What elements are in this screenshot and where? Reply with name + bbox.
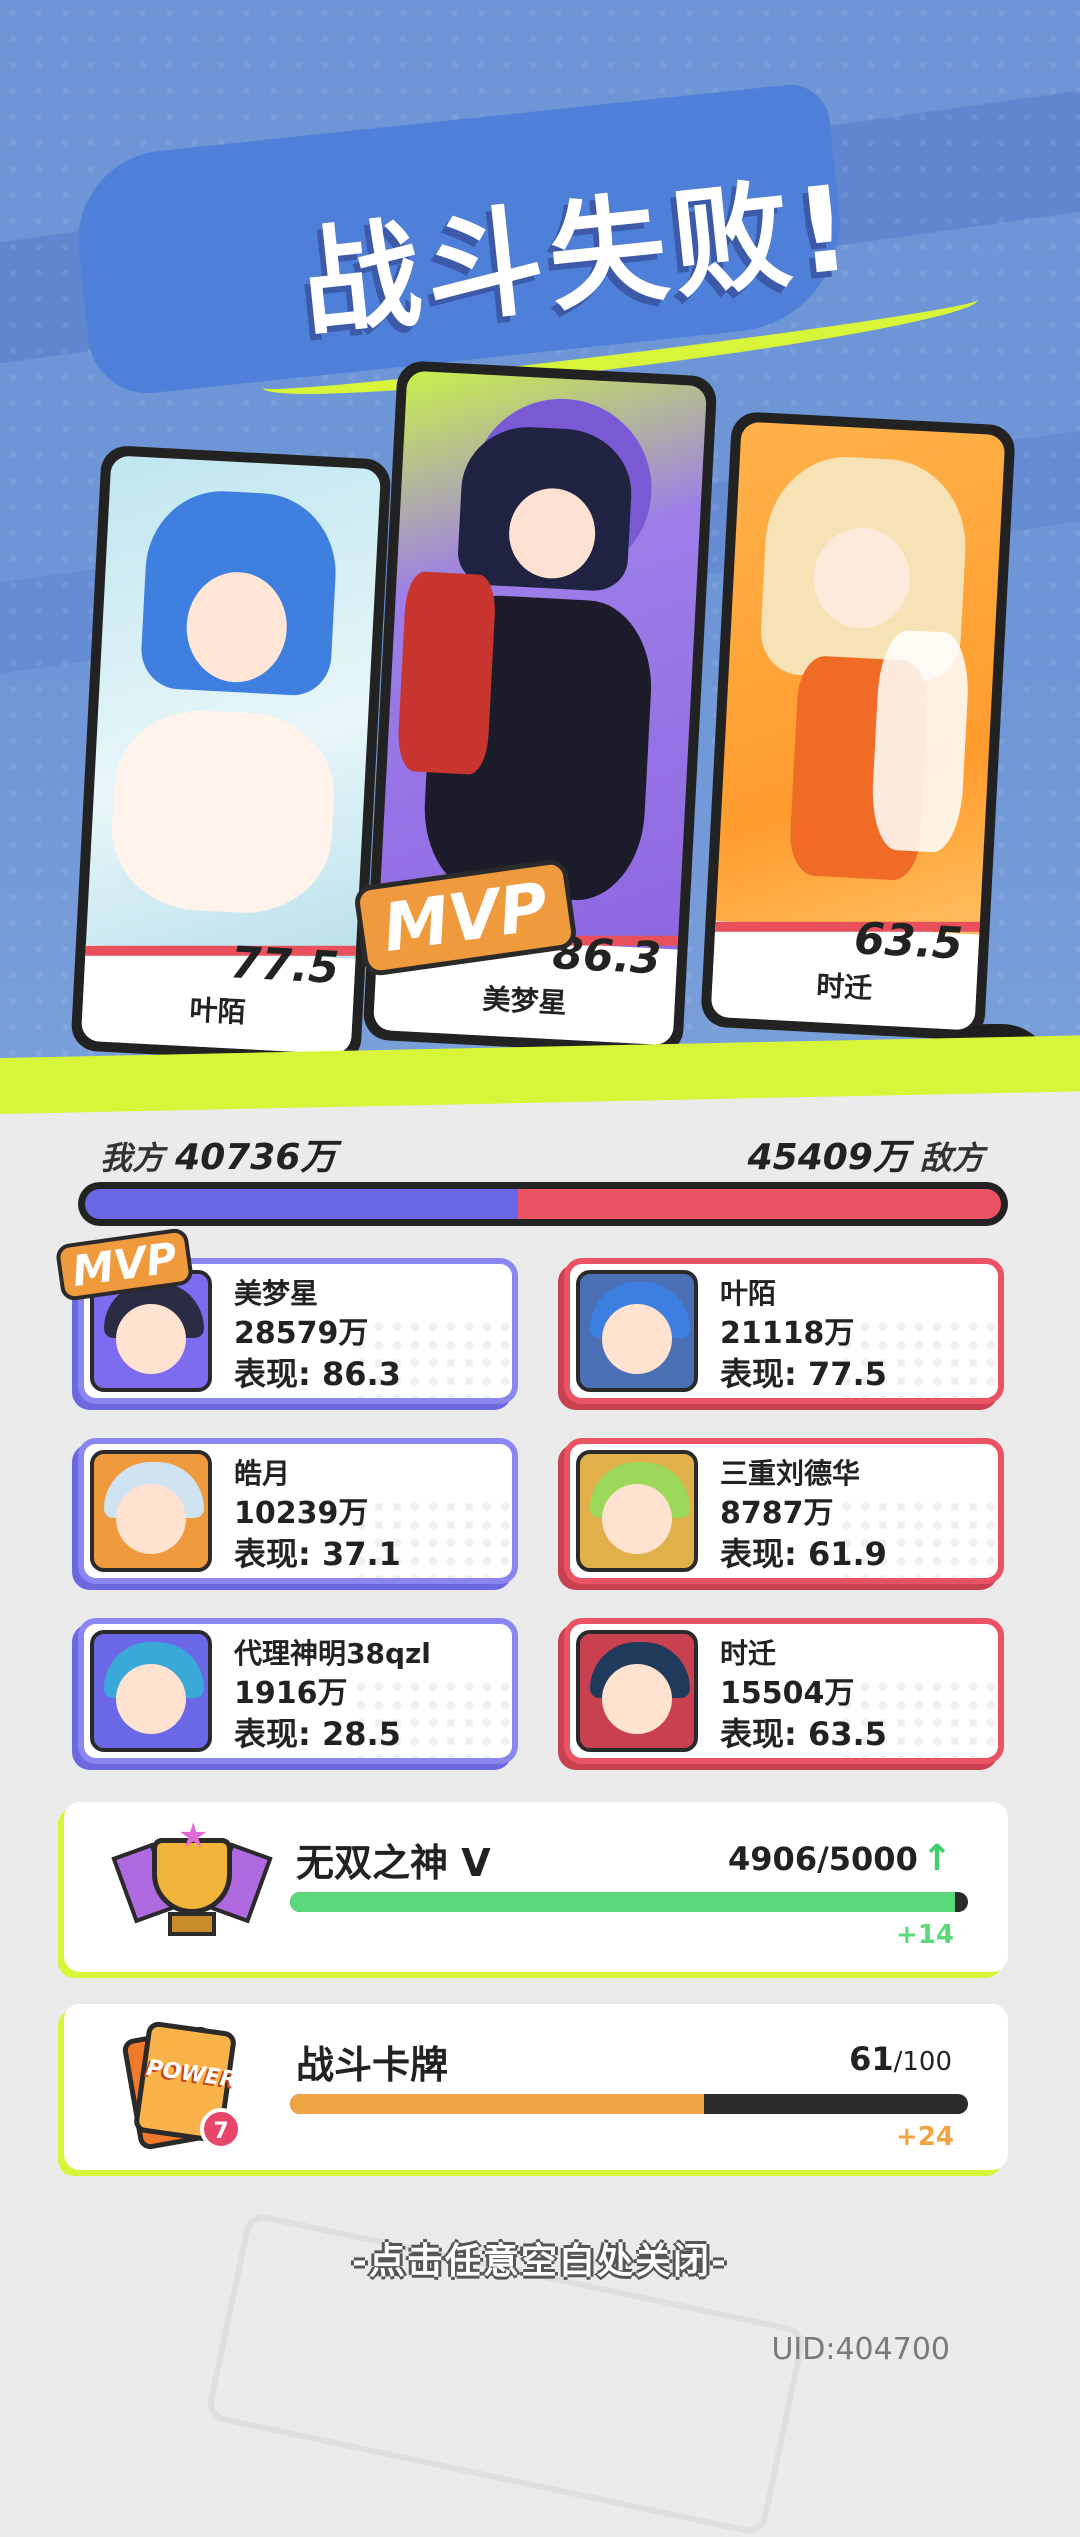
card-pattern (352, 1318, 512, 1398)
rank-progress-panel: ★ 无双之神 V 4906/5000 ↑ +14 (64, 1802, 1008, 1972)
card-pattern (838, 1498, 998, 1578)
rank-title: 无双之神 V (296, 1841, 491, 1885)
card-pattern (352, 1678, 512, 1758)
trophy-base (168, 1912, 216, 1936)
hero-score: 63.5 (852, 913, 965, 970)
player-avatar (90, 1630, 212, 1752)
player-card-enemy[interactable]: 叶陌 21118万 表现: 77.5 (564, 1258, 1004, 1404)
player-card-ally[interactable]: 皓月 10239万 表现: 37.1 (78, 1438, 518, 1584)
player-card-enemy[interactable]: 三重刘德华 8787万 表现: 61.9 (564, 1438, 1004, 1584)
user-id: UID:404700 (771, 2332, 950, 2367)
player-avatar (576, 1450, 698, 1572)
player-avatar (576, 1270, 698, 1392)
avatar-face (602, 1484, 672, 1554)
player-card-enemy[interactable]: 时迁 15504万 表现: 63.5 (564, 1618, 1004, 1764)
team-enemy-label: 45409万 敌方 (748, 1128, 984, 1180)
battle-card-progress-track (290, 2094, 968, 2114)
result-banner: 战斗失败! 77.5 叶陌 86.3 美梦星 MVP 63.5 时迁 (0, 0, 1080, 1090)
player-name: 时迁 (720, 1637, 777, 1670)
hero-cape (396, 570, 497, 776)
team-enemy-fill (518, 1189, 1001, 1219)
card-level-badge: 7 (200, 2108, 242, 2150)
player-name: 代理神明38qzl (234, 1637, 431, 1670)
team-ours-label: 我方 40736万 (100, 1128, 336, 1180)
rank-delta: +14 (896, 1920, 954, 1950)
rank-points: 4906/5000 (728, 1840, 918, 1878)
trophy-icon: ★ (111, 1814, 273, 1954)
up-arrow-icon: ↑ (921, 1838, 952, 1879)
avatar-face (116, 1484, 186, 1554)
player-name: 美梦星 (234, 1277, 319, 1310)
card-pattern (838, 1318, 998, 1398)
avatar-face (116, 1304, 186, 1374)
rank-value: 4906/5000 ↑ (728, 1838, 952, 1879)
battle-card-progress-fill (290, 2094, 704, 2114)
team-ours-fill (85, 1189, 519, 1219)
star-icon: ★ (178, 1816, 209, 1856)
battle-card-max: /100 (893, 2047, 952, 2077)
rank-progress-fill (290, 1892, 956, 1912)
battle-card-title: 战斗卡牌 (296, 2043, 449, 2087)
avatar-face (602, 1304, 672, 1374)
hero-card-left[interactable]: 77.5 叶陌 (70, 444, 392, 1066)
hero-body (107, 706, 339, 918)
close-hint[interactable]: -点击任意空白处关闭- (0, 2232, 1080, 2284)
team-ours-total: 40736万 (175, 1137, 337, 1178)
player-name: 三重刘德华 (720, 1457, 861, 1490)
battle-card-current: 61 (849, 2040, 894, 2078)
card-pattern (838, 1678, 998, 1758)
team-enemy-name: 敌方 (919, 1139, 984, 1177)
hero-score: 77.5 (229, 937, 341, 994)
team-enemy-total: 45409万 (747, 1137, 909, 1178)
hero-card-right[interactable]: 63.5 时迁 (700, 410, 1016, 1042)
power-card-icon: POWER 7 (120, 2020, 242, 2151)
player-avatar (90, 1450, 212, 1572)
player-name: 皓月 (234, 1457, 291, 1490)
player-name: 叶陌 (720, 1277, 777, 1310)
team-ours-name: 我方 (100, 1139, 165, 1177)
battle-card-value: 61/100 (849, 2040, 952, 2078)
player-card-ally[interactable]: 代理神明38qzl 1916万 表现: 28.5 (78, 1618, 518, 1764)
avatar-face (116, 1664, 186, 1734)
team-power-bar (78, 1182, 1008, 1226)
battle-card-panel: POWER 7 战斗卡牌 61/100 +24 (64, 2004, 1008, 2170)
battle-card-delta: +24 (896, 2122, 954, 2152)
avatar-face (602, 1664, 672, 1734)
hero-fur (869, 629, 971, 854)
rank-progress-track (290, 1892, 968, 1912)
player-avatar (576, 1630, 698, 1752)
card-pattern (352, 1498, 512, 1578)
